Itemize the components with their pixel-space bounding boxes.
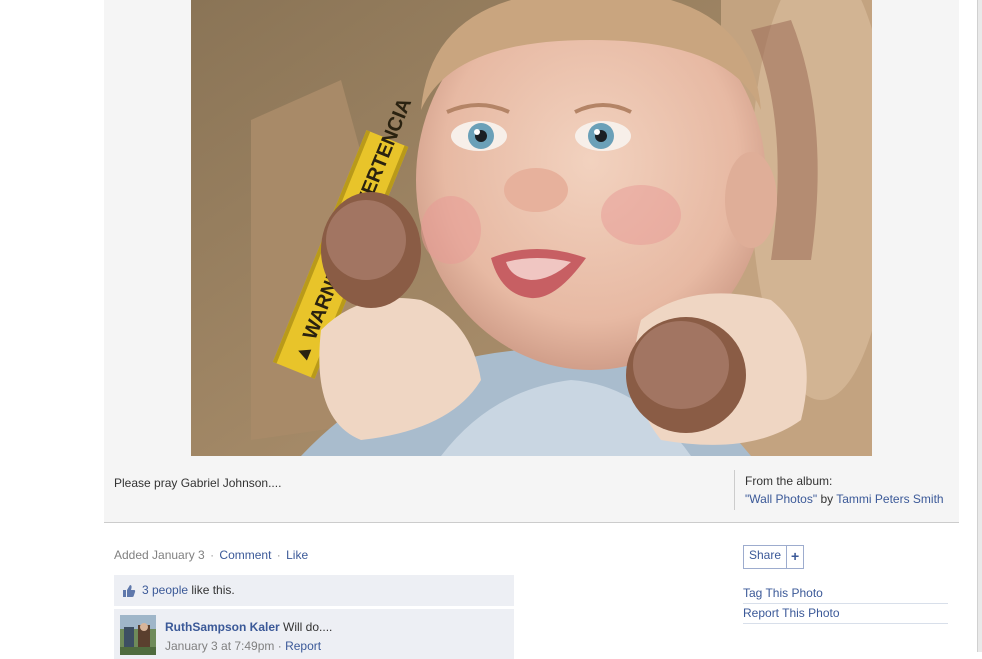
album-label: From the album: bbox=[745, 474, 833, 488]
comment-author-link[interactable]: RuthSampson Kaler bbox=[165, 620, 280, 634]
share-label: Share bbox=[749, 548, 782, 562]
like-link[interactable]: Like bbox=[286, 548, 308, 562]
comment-link[interactable]: Comment bbox=[219, 548, 271, 562]
share-button[interactable]: Share + bbox=[743, 545, 805, 569]
photo-meta: Added January 3 · Comment · Like bbox=[114, 548, 308, 562]
tag-photo-link[interactable]: Tag This Photo bbox=[743, 584, 948, 604]
photo-page: ▲ WARNING · ADVERTENCIA bbox=[104, 0, 959, 659]
plus-icon: + bbox=[786, 546, 803, 568]
separator: · bbox=[274, 639, 286, 653]
added-date: Added January 3 bbox=[114, 548, 205, 562]
photo[interactable]: ▲ WARNING · ADVERTENCIA bbox=[191, 0, 872, 456]
likes-summary: 3 people like this. bbox=[114, 575, 514, 606]
likes-count-link[interactable]: 3 people bbox=[142, 583, 188, 597]
thumbs-up-icon bbox=[122, 584, 136, 598]
album-name-link[interactable]: "Wall Photos" bbox=[745, 492, 817, 506]
separator: · bbox=[276, 548, 281, 562]
baby-photo-image: ▲ WARNING · ADVERTENCIA bbox=[191, 0, 872, 456]
photo-actions: Tag This Photo Report This Photo bbox=[743, 584, 948, 624]
report-photo-link[interactable]: Report This Photo bbox=[743, 604, 948, 624]
separator: · bbox=[210, 548, 215, 562]
comment-report-link[interactable]: Report bbox=[285, 639, 321, 653]
comment-text: Will do.... bbox=[279, 620, 333, 634]
album-line: "Wall Photos" by Tammi Peters Smith bbox=[745, 492, 944, 506]
photo-stage: ▲ WARNING · ADVERTENCIA bbox=[104, 0, 959, 523]
album-info: From the album: "Wall Photos" by Tammi P… bbox=[734, 470, 944, 510]
scrollbar[interactable] bbox=[977, 0, 982, 652]
photo-caption: Please pray Gabriel Johnson.... bbox=[114, 476, 282, 490]
album-by-text: by bbox=[817, 492, 837, 506]
comment-timestamp: January 3 at 7:49pm bbox=[165, 639, 275, 653]
comment-body: RuthSampson Kaler Will do.... January 3 … bbox=[165, 618, 332, 656]
avatar[interactable] bbox=[120, 615, 156, 655]
likes-suffix: like this. bbox=[188, 583, 235, 597]
album-owner-link[interactable]: Tammi Peters Smith bbox=[836, 492, 943, 506]
